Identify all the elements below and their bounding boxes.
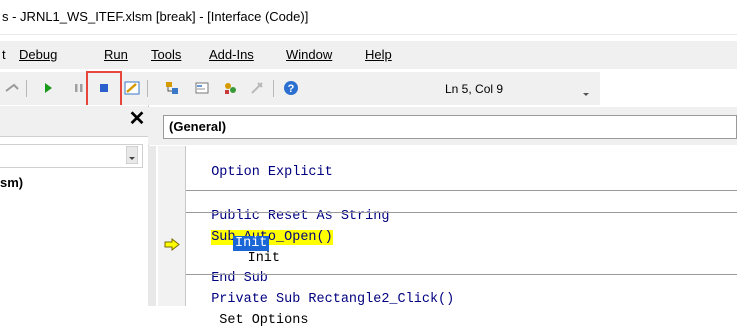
project-explorer-icon[interactable] bbox=[164, 80, 180, 96]
reset-button-highlight bbox=[86, 71, 122, 107]
design-mode-icon[interactable] bbox=[124, 80, 140, 96]
menu-window-label: Window bbox=[286, 47, 333, 62]
code-line[interactable]: Set Options bbox=[195, 298, 308, 328]
toolbar-separator bbox=[273, 80, 274, 97]
svg-text:?: ? bbox=[288, 83, 295, 95]
menu-help[interactable]: Help bbox=[365, 47, 392, 62]
menu-tools-label: Tools bbox=[151, 47, 182, 62]
menu-debug[interactable]: Debug bbox=[19, 47, 57, 62]
cursor-position-status: Ln 5, Col 9 bbox=[441, 79, 585, 99]
menu-window[interactable]: Window bbox=[286, 47, 332, 62]
procedure-separator bbox=[186, 190, 737, 191]
break-icon[interactable] bbox=[71, 80, 87, 96]
menu-add-ins[interactable]: Add-Ins bbox=[209, 47, 254, 62]
menu-run[interactable]: Run bbox=[104, 47, 128, 62]
undo-partial-icon[interactable] bbox=[4, 80, 20, 96]
menu-tools[interactable]: Tools bbox=[151, 47, 181, 62]
object-combo[interactable] bbox=[163, 115, 737, 139]
menu-debug-label: Debug bbox=[19, 47, 58, 62]
project-combo[interactable] bbox=[0, 144, 143, 168]
menu-add-ins-label: Add-Ins bbox=[209, 47, 254, 62]
object-combo-value: (General) bbox=[169, 119, 227, 134]
toolbar-separator bbox=[26, 80, 27, 97]
chevron-down-icon[interactable] bbox=[126, 146, 138, 164]
cursor-position-text: Ln 5, Col 9 bbox=[445, 82, 504, 96]
object-browser-icon[interactable] bbox=[222, 80, 238, 96]
procedure-separator bbox=[186, 274, 737, 275]
selected-text-highlight: Init bbox=[232, 235, 276, 254]
toolbar-separator bbox=[147, 80, 148, 97]
project-tree-item[interactable]: sm) bbox=[0, 175, 23, 190]
code-line-text: Set Options bbox=[211, 313, 309, 328]
code-line-text: Option Explicit bbox=[211, 165, 333, 180]
menu-help-label: Help bbox=[365, 47, 392, 62]
toolbar-options-icon[interactable] bbox=[581, 79, 591, 99]
selected-text: Init bbox=[233, 236, 270, 251]
properties-window-icon[interactable] bbox=[194, 80, 210, 96]
window-title: s - JRNL1_WS_ITEF.xlsm [break] - [Interf… bbox=[2, 9, 309, 24]
run-icon[interactable] bbox=[40, 80, 56, 96]
margin-indicator-bar[interactable] bbox=[158, 146, 186, 306]
close-pane-button[interactable]: ✕ bbox=[126, 108, 148, 130]
code-line[interactable]: Option Explicit bbox=[195, 150, 333, 180]
help-icon[interactable]: ? bbox=[283, 80, 299, 96]
toolbox-icon[interactable] bbox=[249, 80, 265, 96]
menu-run-label: Run bbox=[104, 47, 128, 62]
execution-point-arrow-icon bbox=[164, 238, 180, 251]
menu-bar: t Debug Run Tools Add-Ins Window Help bbox=[0, 41, 737, 69]
procedure-separator bbox=[186, 212, 737, 213]
menu-edit-partial[interactable]: t bbox=[2, 47, 6, 62]
editor-left-margin bbox=[148, 146, 156, 306]
